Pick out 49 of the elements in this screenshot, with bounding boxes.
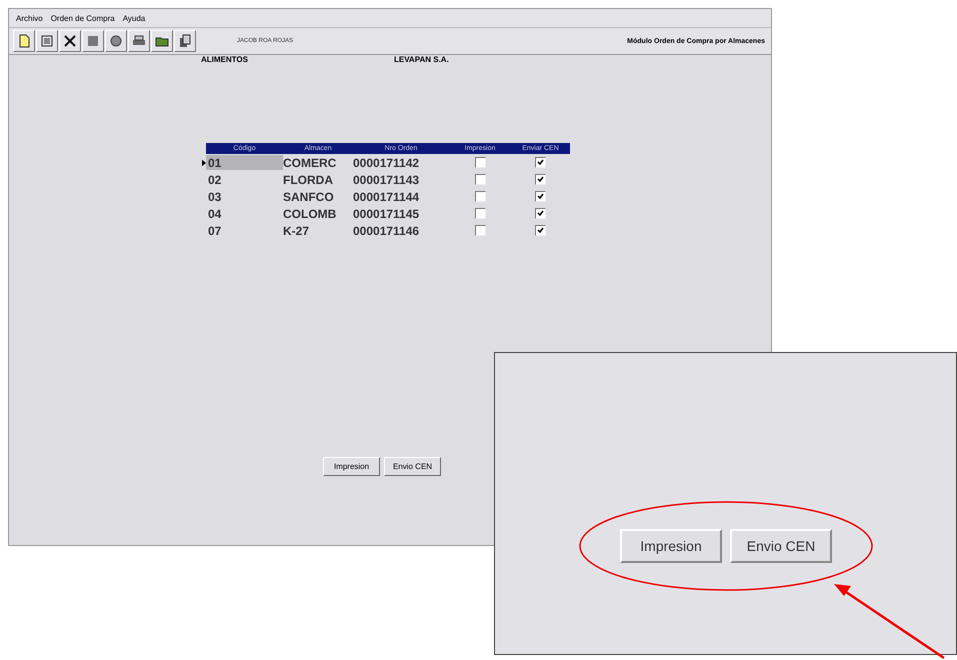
table-cell-text: 0000171144 [353,189,420,204]
list-icon [40,34,54,48]
action-button[interactable]: Envio CEN [730,529,832,563]
menu-item[interactable]: Archivo [16,14,43,22]
table-cell-text: 0000171145 [353,206,420,221]
checkbox[interactable] [535,225,546,236]
toolbar-button[interactable] [128,30,150,52]
checkbox[interactable] [535,174,546,185]
table-cell[interactable]: 02 [206,172,283,187]
table-cell[interactable]: 01 [206,155,283,170]
close-icon [63,34,77,48]
table-cell[interactable]: 07 [206,223,283,238]
table-cell-text: 0000171143 [353,172,420,187]
category-label: ALIMENTOS [201,55,248,65]
checkbox[interactable] [474,157,486,168]
menu-item[interactable]: Orden de Compra [50,14,115,22]
table-cell[interactable]: 03 [206,189,283,204]
folder-icon [155,34,169,48]
toolbar-button[interactable] [105,30,127,52]
checkbox[interactable] [474,191,486,202]
action-button[interactable]: Impresion [323,457,380,476]
menu-item[interactable]: Ayuda [122,14,146,22]
table-cell[interactable]: 04 [206,206,283,221]
action-button[interactable]: Envio CEN [384,457,441,476]
toolbar-button[interactable] [59,30,81,52]
toolbar-button[interactable] [151,30,173,52]
table-cell-text: K-27 [283,223,310,238]
document-icon [17,34,31,48]
table-cell-text: COLOMB [283,206,338,221]
table-cell-text: FLORDA [283,172,334,187]
table-cell-text: SANFCO [283,189,335,204]
circle-icon [109,34,123,48]
toolbar-button[interactable] [13,30,35,52]
toolbar-button[interactable] [174,30,196,52]
checkbox[interactable] [474,208,486,219]
copy-icon [178,34,192,48]
checkbox[interactable] [474,225,486,236]
table-cell-text: COMERC [283,155,338,170]
checkbox[interactable] [535,191,546,202]
checkbox[interactable] [535,208,546,219]
checkbox[interactable] [474,174,486,185]
checkbox[interactable] [535,157,546,168]
table-cell-text: 0000171146 [353,223,420,238]
action-button[interactable]: Impresion [620,529,722,563]
company-label: LEVAPAN S.A. [394,55,449,65]
printer-icon [132,34,146,48]
square-icon [86,34,100,48]
table-cell-text: 0000171142 [353,155,420,170]
toolbar-button[interactable] [36,30,58,52]
